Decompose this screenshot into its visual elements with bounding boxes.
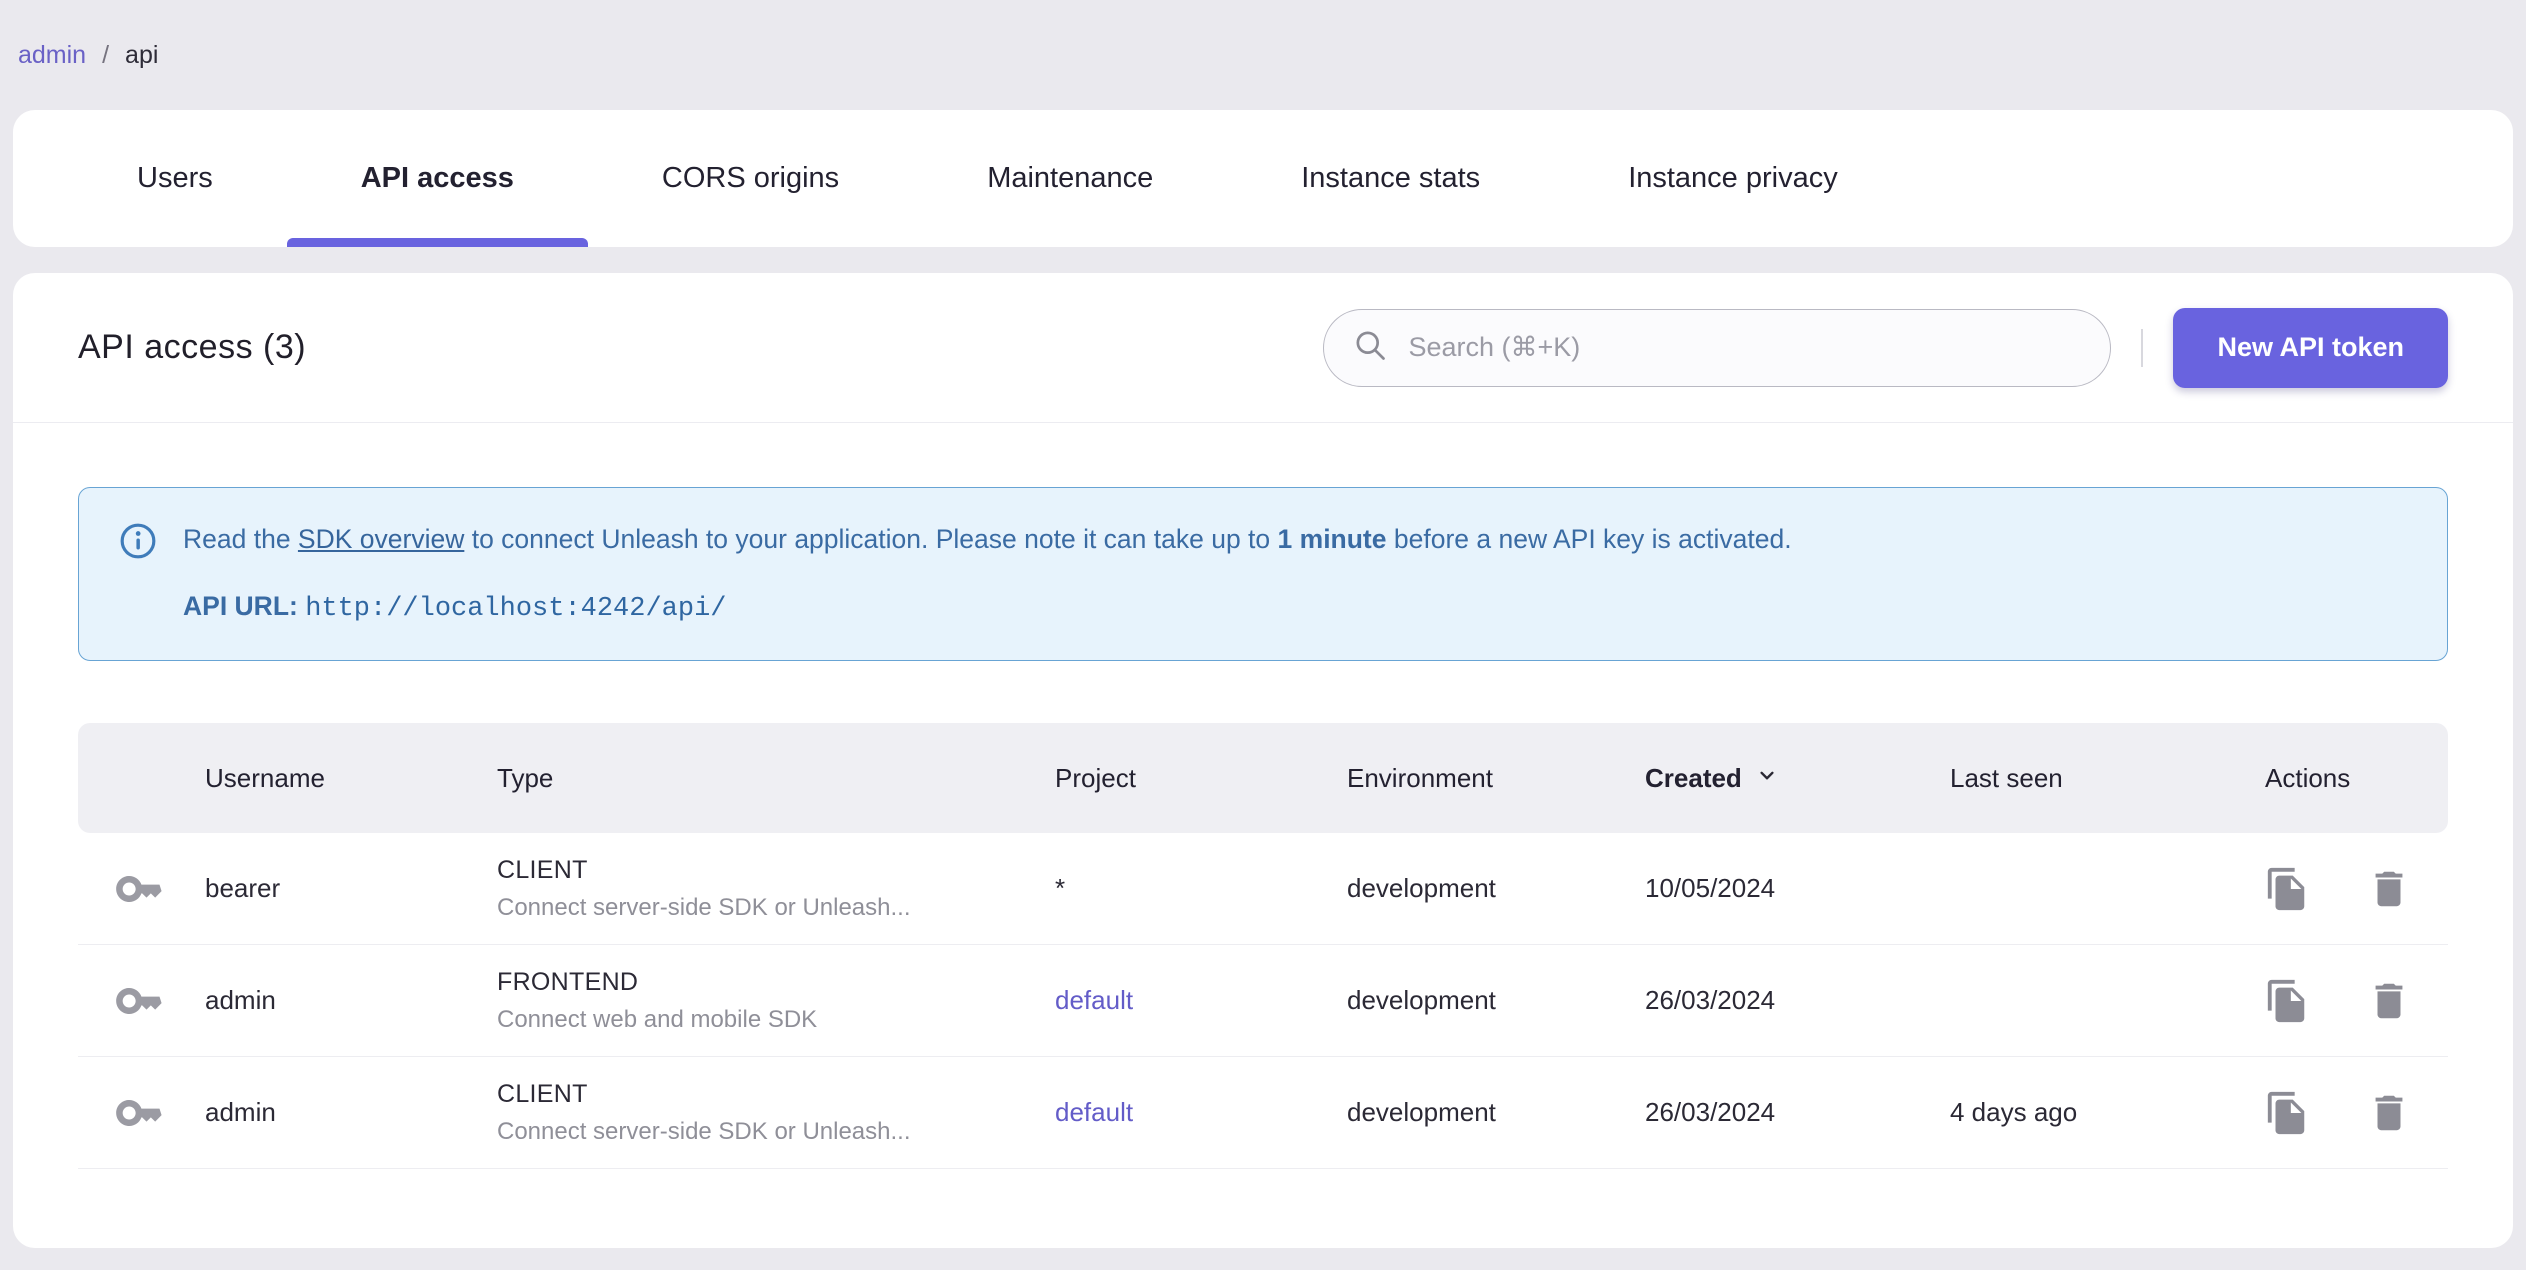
- token-type-description: Connect web and mobile SDK: [497, 1005, 818, 1033]
- token-type-description: Connect server-side SDK or Unleash...: [497, 893, 911, 921]
- copy-icon: [2264, 1091, 2310, 1139]
- token-type-cell: CLIENT Connect server-side SDK or Unleas…: [497, 856, 1055, 922]
- api-url-label: API URL:: [183, 591, 298, 621]
- copy-icon: [2264, 979, 2310, 1027]
- header-divider: [2141, 328, 2144, 367]
- created-cell: 26/03/2024: [1645, 1097, 1776, 1127]
- copy-icon: [2264, 867, 2310, 915]
- token-type-cell: CLIENT Connect server-side SDK or Unleas…: [497, 1080, 1055, 1146]
- panel-header: API access (3) New API token: [13, 273, 2513, 423]
- actions-cell: [2230, 866, 2448, 912]
- delete-token-button[interactable]: [2366, 866, 2412, 912]
- created-cell: 26/03/2024: [1645, 985, 1776, 1015]
- token-type-cell: FRONTEND Connect web and mobile SDK: [497, 968, 1055, 1034]
- copy-token-button[interactable]: [2264, 978, 2310, 1024]
- column-header-type[interactable]: Type: [497, 763, 1055, 794]
- tab-maintenance-label: Maintenance: [987, 162, 1154, 194]
- tab-api-access[interactable]: API access: [286, 110, 588, 247]
- copy-token-button[interactable]: [2264, 1090, 2310, 1136]
- column-header-actions: Actions: [2265, 762, 2351, 793]
- trash-icon: [2366, 1095, 2412, 1139]
- column-header-project[interactable]: Project: [1055, 763, 1347, 794]
- actions-cell: [2230, 1090, 2448, 1136]
- actions-cell: [2230, 978, 2448, 1024]
- token-type: CLIENT: [497, 1079, 588, 1108]
- breadcrumb-separator: /: [102, 41, 110, 69]
- project-link[interactable]: default: [1055, 985, 1347, 1016]
- column-header-username[interactable]: Username: [205, 763, 497, 794]
- last-seen-cell: 4 days ago: [1950, 1097, 2078, 1127]
- tab-maintenance[interactable]: Maintenance: [913, 110, 1227, 247]
- banner-message-row: Read the SDK overview to connect Unleash…: [119, 520, 2407, 567]
- table-row: bearer CLIENT Connect server-side SDK or…: [78, 833, 2448, 945]
- project-cell: *: [1055, 873, 1066, 903]
- key-icon: [78, 863, 205, 915]
- search-input[interactable]: [1406, 331, 2083, 364]
- api-url-row: API URL: http://localhost:4242/api/: [119, 591, 2407, 624]
- info-banner: Read the SDK overview to connect Unleash…: [78, 487, 2448, 661]
- info-icon: [119, 522, 157, 567]
- search-icon: [1352, 327, 1388, 368]
- api-url-value: http://localhost:4242/api/: [305, 594, 727, 624]
- tab-instance-stats-label: Instance stats: [1301, 162, 1481, 194]
- breadcrumb-link-admin[interactable]: admin: [18, 40, 86, 70]
- tab-instance-privacy-label: Instance privacy: [1628, 162, 1838, 194]
- token-type: CLIENT: [497, 855, 588, 884]
- column-header-created-label: Created: [1645, 762, 1742, 793]
- column-header-environment[interactable]: Environment: [1347, 763, 1645, 794]
- environment-cell: development: [1347, 873, 1496, 903]
- key-icon: [78, 1087, 205, 1139]
- trash-icon: [2366, 871, 2412, 915]
- tabs-card: Users API access CORS origins Maintenanc…: [13, 110, 2513, 247]
- copy-token-button[interactable]: [2264, 866, 2310, 912]
- tab-instance-stats[interactable]: Instance stats: [1227, 110, 1554, 247]
- table-row: admin CLIENT Connect server-side SDK or …: [78, 1057, 2448, 1169]
- banner-text: Read the SDK overview to connect Unleash…: [183, 520, 1792, 558]
- tab-users-label: Users: [137, 162, 213, 194]
- banner-bold-text: 1 minute: [1277, 524, 1387, 554]
- environment-cell: development: [1347, 1097, 1496, 1127]
- banner-text-prefix: Read the: [183, 524, 298, 554]
- active-tab-indicator: [286, 238, 588, 247]
- tab-api-access-label: API access: [360, 162, 514, 194]
- banner-text-middle: to connect Unleash to your application. …: [464, 524, 1278, 554]
- key-icon: [78, 975, 205, 1027]
- delete-token-button[interactable]: [2366, 1090, 2412, 1136]
- api-access-panel: API access (3) New API token Read the SD…: [13, 273, 2513, 1248]
- new-api-token-button[interactable]: New API token: [2173, 307, 2448, 388]
- username-cell: admin: [205, 985, 276, 1015]
- search-box[interactable]: [1323, 308, 2112, 387]
- username-cell: admin: [205, 1097, 276, 1127]
- breadcrumb: admin / api: [0, 0, 2526, 70]
- token-type-description: Connect server-side SDK or Unleash...: [497, 1117, 911, 1145]
- column-header-last-seen[interactable]: Last seen: [1950, 763, 2230, 794]
- environment-cell: development: [1347, 985, 1496, 1015]
- tab-cors-origins-label: CORS origins: [661, 162, 840, 194]
- created-cell: 10/05/2024: [1645, 873, 1776, 903]
- sort-chevron-down-icon: [1754, 762, 1780, 795]
- tab-users[interactable]: Users: [63, 110, 287, 247]
- token-type: FRONTEND: [497, 967, 639, 996]
- tab-bar: Users API access CORS origins Maintenanc…: [13, 110, 2513, 247]
- trash-icon: [2366, 983, 2412, 1027]
- breadcrumb-current: api: [125, 41, 159, 69]
- column-header-created[interactable]: Created: [1645, 762, 1950, 795]
- tab-cors-origins[interactable]: CORS origins: [588, 110, 913, 247]
- table-row: admin FRONTEND Connect web and mobile SD…: [78, 945, 2448, 1057]
- table-header-row: Username Type Project Environment Create…: [78, 723, 2448, 833]
- tab-instance-privacy[interactable]: Instance privacy: [1554, 110, 1912, 247]
- api-tokens-table: Username Type Project Environment Create…: [78, 723, 2448, 1169]
- banner-text-suffix: before a new API key is activated.: [1386, 524, 1792, 554]
- project-link[interactable]: default: [1055, 1097, 1347, 1128]
- sdk-overview-link[interactable]: SDK overview: [298, 524, 464, 554]
- page-title: API access (3): [78, 328, 307, 366]
- delete-token-button[interactable]: [2366, 978, 2412, 1024]
- username-cell: bearer: [205, 873, 281, 903]
